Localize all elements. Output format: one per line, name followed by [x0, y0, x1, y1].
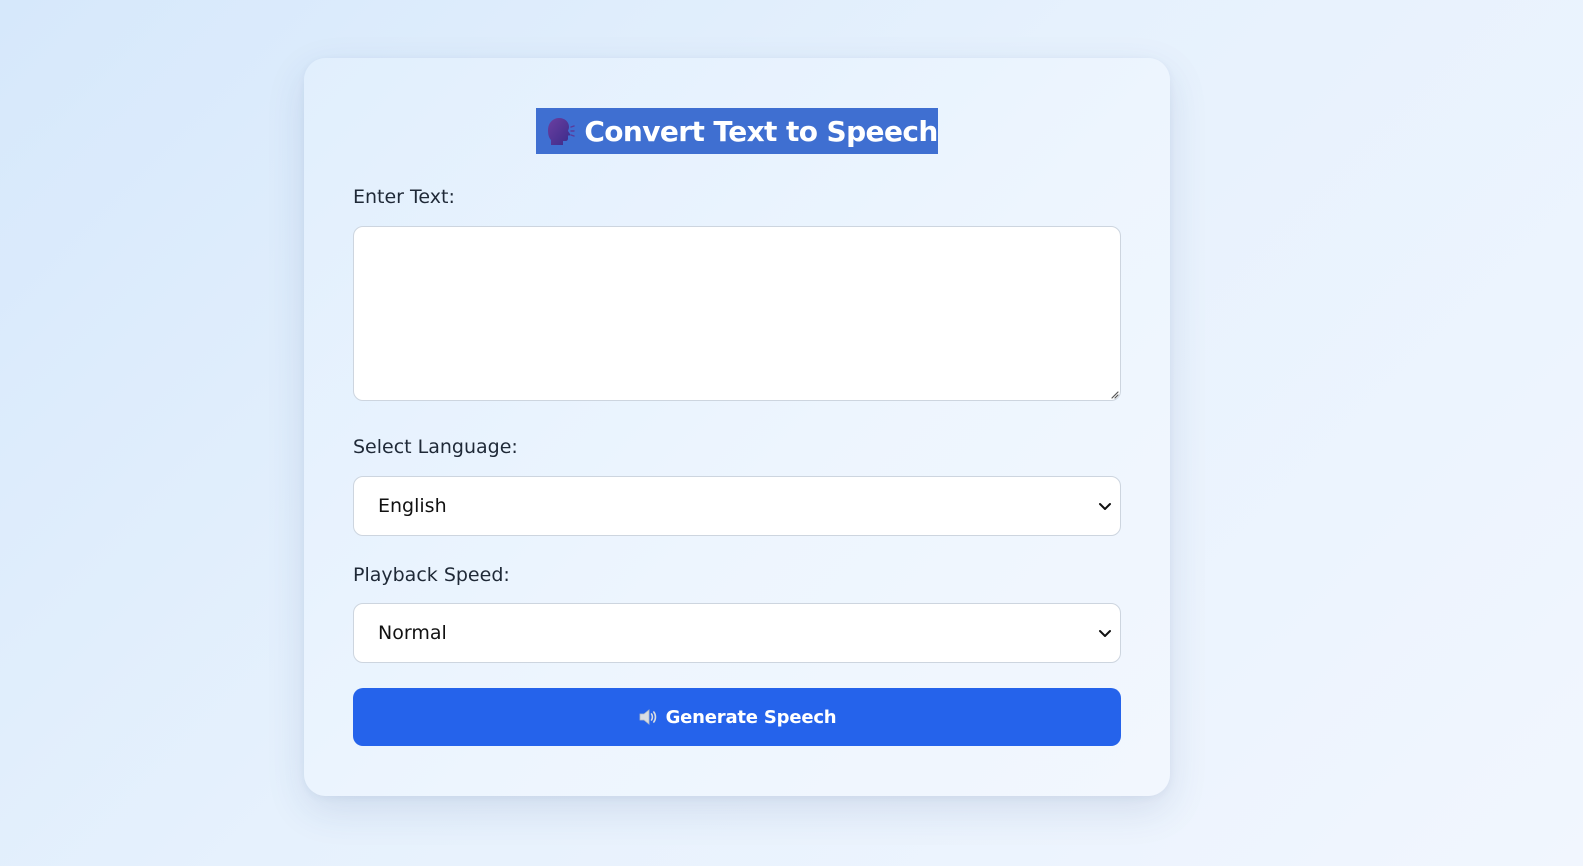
- text-label: Enter Text:: [353, 186, 455, 208]
- title-container: Convert Text to Speech: [304, 108, 1170, 154]
- page-title-text: Convert Text to Speech: [584, 114, 938, 148]
- generate-speech-button[interactable]: Generate Speech: [353, 688, 1121, 746]
- language-label: Select Language:: [353, 436, 518, 458]
- resize-grip-icon[interactable]: [1109, 389, 1119, 399]
- generate-speech-label: Generate Speech: [665, 706, 837, 728]
- page-title: Convert Text to Speech: [536, 108, 938, 154]
- speed-select[interactable]: Normal: [353, 603, 1121, 663]
- speed-label: Playback Speed:: [353, 564, 510, 586]
- speaking-head-icon: [548, 118, 576, 145]
- tts-card: Convert Text to Speech Enter Text: Selec…: [304, 58, 1170, 796]
- chevron-down-icon: [1099, 630, 1111, 637]
- language-select[interactable]: English: [353, 476, 1121, 536]
- text-input[interactable]: [353, 226, 1121, 401]
- chevron-down-icon: [1099, 503, 1111, 510]
- language-select-value: English: [378, 495, 447, 517]
- speed-select-value: Normal: [378, 622, 447, 644]
- speaker-icon: [639, 709, 656, 725]
